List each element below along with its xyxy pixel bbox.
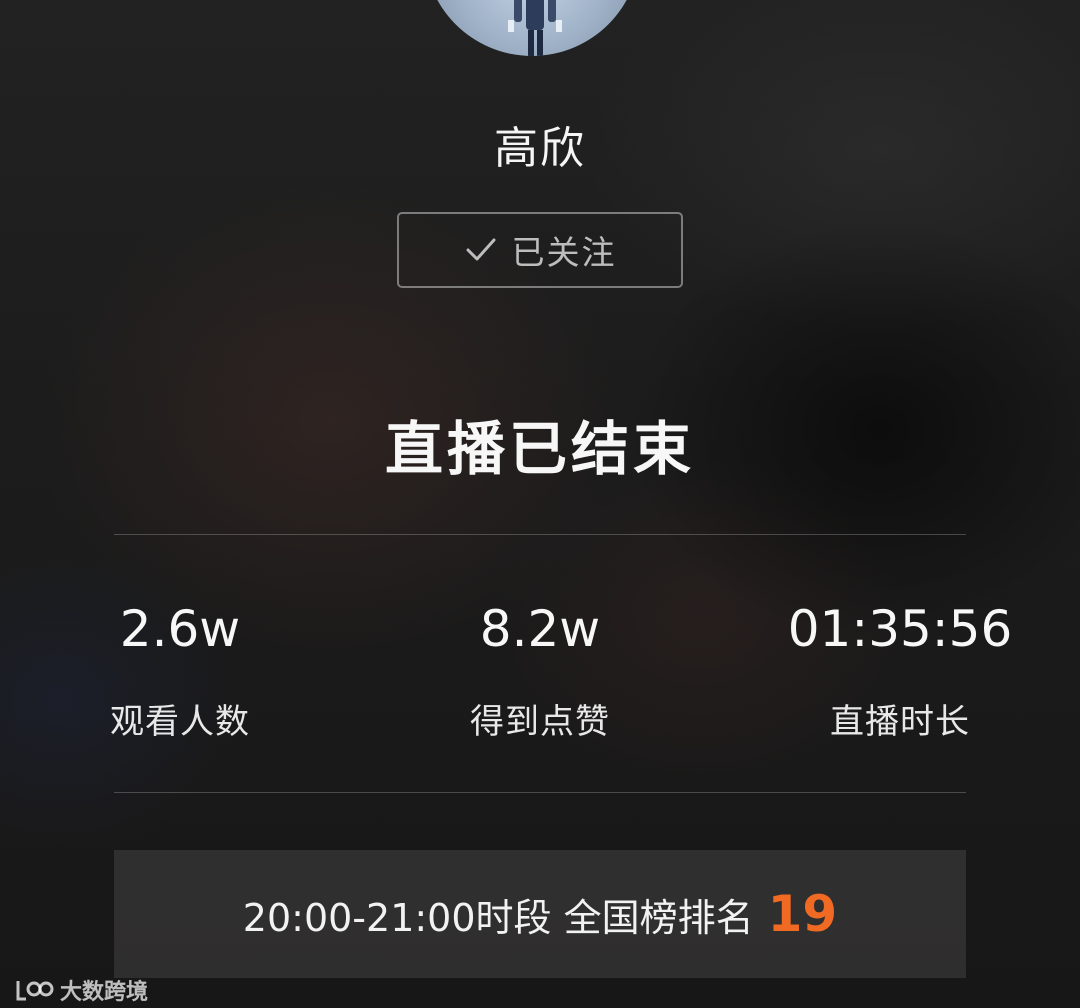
follow-button-label: 已关注 xyxy=(511,233,617,272)
stat-likes: 8.2w 得到点赞 xyxy=(390,598,690,743)
live-stats: 2.6w 观看人数 8.2w 得到点赞 01:35:56 直播时长 xyxy=(0,598,1080,748)
streamer-name: 高欣 xyxy=(494,123,586,174)
stat-viewers: 2.6w 观看人数 xyxy=(30,598,330,743)
avatar[interactable] xyxy=(424,0,640,56)
follow-button[interactable]: 已关注 xyxy=(397,212,683,288)
ranking-banner[interactable]: 20:00-21:00时段 全国榜排名 19 xyxy=(114,850,966,978)
divider xyxy=(114,534,966,535)
watermark-text: 大数跨境 xyxy=(60,980,149,1005)
watermark: 大数跨境 xyxy=(14,974,148,1006)
brand-logo-icon xyxy=(16,981,54,1001)
stat-duration-label: 直播时长 xyxy=(830,702,970,742)
ranking-number: 19 xyxy=(767,885,838,943)
stat-duration-value: 01:35:56 xyxy=(787,600,1013,658)
avatar-figure-icon xyxy=(508,0,562,56)
stat-viewers-value: 2.6w xyxy=(119,600,241,658)
checkmark-icon xyxy=(466,238,495,261)
stat-likes-label: 得到点赞 xyxy=(470,702,610,742)
live-ended-title: 直播已结束 xyxy=(384,415,695,483)
ranking-text: 20:00-21:00时段 全国榜排名 xyxy=(242,895,754,940)
stat-viewers-label: 观看人数 xyxy=(110,702,250,742)
stat-duration: 01:35:56 直播时长 xyxy=(750,598,1050,743)
divider xyxy=(114,792,966,793)
stat-likes-value: 8.2w xyxy=(479,600,601,658)
live-ended-screen: 高欣 已关注 直播已结束 2.6w 观看人数 8.2w 得到点赞 01:35:5… xyxy=(0,0,1080,1008)
